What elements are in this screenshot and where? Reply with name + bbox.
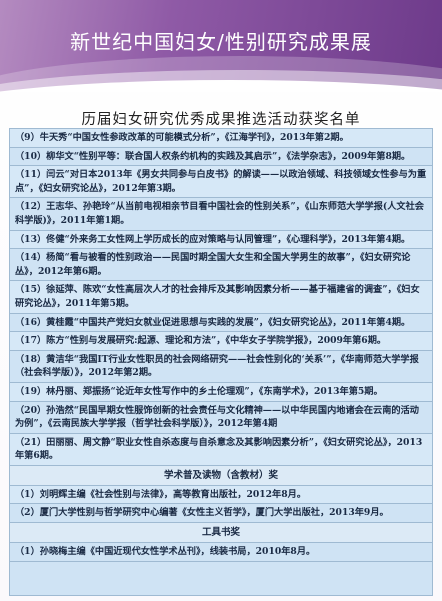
list-item: （17）陈方“性别与发展研究:起源、理论和方法”，《中华女子学院学报》，2009… — [10, 332, 432, 351]
header-banner: 新世纪中国妇女/性别研究成果展 — [0, 0, 442, 92]
list-item: （20）孙浩然“民国早期女性服饰创新的社会责任与文化精神——以中华民国内地诸会在… — [10, 402, 432, 434]
list-item: （14）杨简“看与被看的性别政治——民国时期全国大女生和全国大学男生的故事”，《… — [10, 249, 432, 282]
list-item: （16）黄桂霞“中国共产党妇女就业促进思想与实践的发展”，《妇女研究论丛》，20… — [10, 314, 432, 333]
list-item: （15）徐延萍、陈欢“女性高层次人才的社会排斥及其影响因素分析——基于福建省的调… — [10, 281, 432, 314]
page-title: 新世纪中国妇女/性别研究成果展 — [70, 30, 372, 54]
list-item: （19）林丹丽、郑振扬“论近年女性写作中的乡土伦理观”，《东南学术》，2013年… — [10, 382, 432, 402]
award-list: （9）牛天秀“中国女性参政改革的可能模式分析”，《江海学刊》，2013年第2期。… — [9, 128, 433, 596]
category-heading: 学术普及读物（含教材）奖 — [10, 465, 432, 486]
list-item: （21）田丽丽、周文静“职业女性自杀态度与自杀意念及其影响因素分析”，《妇女研究… — [10, 433, 432, 466]
category-heading: 工具书奖 — [10, 523, 432, 544]
list-item: （11）闫云“对日本2013年《男女共同参与白皮书》的解读——以政治领域、科技领… — [10, 166, 432, 199]
list-item: （12）王志华、孙艳玲“从当前电视相亲节目看中国社会的性别关系”，《山东师范大学… — [10, 198, 432, 231]
list-item: （1）刘明辉主编《社会性别与法律》，高等教育出版社，2012年8月。 — [10, 485, 432, 505]
list-item: （13）佟健“外来务工女性网上学历成长的应对策略与认同管理”，《心理科学》，20… — [10, 230, 432, 250]
section-heading: 历届妇女研究优秀成果推选活动获奖名单 — [81, 112, 361, 128]
list-item: （2）厦门大学性别与哲学研究中心编著《女性主义哲学》，厦门大学出版社，2013年… — [10, 504, 432, 524]
poster: 新世纪中国妇女/性别研究成果展 历届妇女研究优秀成果推选活动获奖名单 （9）牛天… — [0, 0, 442, 601]
list-item: （1）孙晓梅主编《中国近现代女性学术丛刊》，线装书局，2010年8月。 — [10, 543, 432, 562]
list-item: （10）柳华文“性别平等：联合国人权条约机构的实践及其启示”，《法学杂志》，20… — [10, 148, 432, 167]
list-item: （18）黄洁华“我国IT行业女性职员的社会网络研究——社会性别化的‘关系’”，《… — [10, 351, 432, 383]
list-item: （9）牛天秀“中国女性参政改革的可能模式分析”，《江海学刊》，2013年第2期。 — [10, 129, 432, 148]
